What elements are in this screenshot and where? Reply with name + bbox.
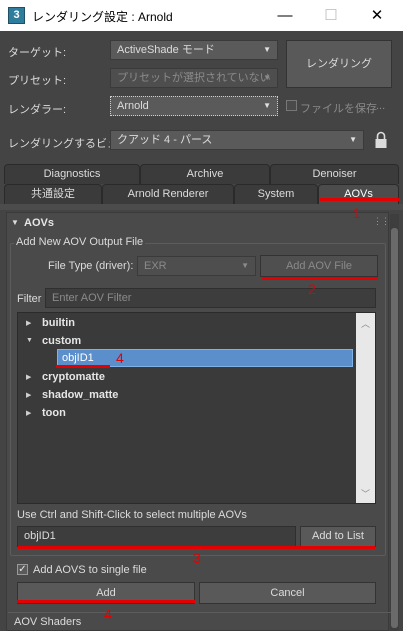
render-button[interactable]: レンダリング [286,40,392,88]
tab-panel-edge [0,204,403,210]
highlight-underline-add-aov-file [262,277,378,280]
expand-arrow-icon[interactable]: ▶ [26,319,31,327]
highlight-underline-name-field [18,546,375,549]
app-icon: 3 [8,7,25,24]
check-icon: ✓ [18,564,27,575]
scroll-up-icon[interactable]: ︿ [356,317,375,330]
tab-diagnostics[interactable]: Diagnostics [4,164,140,184]
file-type-label: File Type (driver): [48,260,134,272]
chevron-down-icon: ▼ [263,101,271,110]
single-file-label: Add AOVS to single file [33,564,147,576]
file-type-dropdown[interactable]: EXR ▼ [137,256,256,276]
view-dropdown[interactable]: クアッド 4 - パース ▼ [110,130,364,150]
tree-item-cryptomatte[interactable]: cryptomatte [42,371,105,383]
renderer-label: レンダラー: [8,104,67,116]
window-title: レンダリング設定 : Arnold [32,10,173,24]
tree-scrollbar[interactable]: ︿ ﹀ [356,313,375,503]
tab-system[interactable]: System [234,184,318,204]
lock-icon[interactable] [374,131,388,149]
tree-item-builtin[interactable]: builtin [42,317,75,329]
annotation-number: 4 [104,606,112,622]
target-label: ターゲット: [8,47,67,59]
tree-item-shadow-matte[interactable]: shadow_matte [42,389,118,401]
maximize-button[interactable]: ☐ [308,0,354,31]
collapse-arrow-icon[interactable]: ▼ [11,218,19,227]
browse-button[interactable]: ... [376,100,385,112]
add-to-list-button[interactable]: Add to List [300,526,376,547]
tree-item-objid1[interactable]: objID1 [62,352,94,364]
filter-label: Filter [17,293,42,305]
tab-archive[interactable]: Archive [140,164,270,184]
multi-select-hint: Use Ctrl and Shift-Click to select multi… [17,509,247,521]
chevron-down-icon: ▼ [349,135,357,144]
panel-scroll-thumb[interactable] [391,228,398,628]
highlight-underline-aovs-tab [320,198,400,201]
filter-input[interactable]: Enter AOV Filter [45,288,376,308]
highlight-underline-objid1 [56,365,110,368]
close-button[interactable]: ✕ [354,0,400,31]
annotation-number: 2 [308,281,316,297]
preset-dropdown[interactable]: プリセットが選択されていない ▼ [110,68,278,88]
add-aov-group-title: Add New AOV Output File [14,236,146,248]
save-file-label: ファイルを保存 [300,103,377,115]
annotation-number: 1 [353,205,361,221]
expand-arrow-icon[interactable]: ▶ [26,391,31,399]
tree-item-custom[interactable]: custom [42,335,81,347]
chevron-down-icon: ▼ [241,261,249,270]
aov-name-input[interactable]: objID1 [17,526,296,547]
save-file-checkbox[interactable] [286,100,297,111]
tab-common[interactable]: 共通設定 [4,184,102,204]
target-value: ActiveShade モード [117,44,215,56]
renderer-value: Arnold [117,100,149,112]
section-divider [8,612,391,613]
preset-value: プリセットが選択されていない [117,72,271,84]
tab-aovs[interactable]: AOVs [318,184,399,204]
expand-arrow-icon[interactable]: ▶ [26,373,31,381]
view-value: クアッド 4 - パース [117,134,213,146]
tree-item-toon[interactable]: toon [42,407,66,419]
chevron-down-icon: ▼ [263,45,271,54]
add-aov-file-button[interactable]: Add AOV File [260,255,378,277]
tab-arnold-renderer[interactable]: Arnold Renderer [102,184,234,204]
collapse-arrow-icon[interactable]: ▼ [26,337,33,344]
single-file-checkbox[interactable]: ✓ [17,564,28,575]
title-bar: 3 レンダリング設定 : Arnold — ☐ ✕ [0,0,403,31]
aov-shaders-title[interactable]: AOV Shaders [14,616,81,628]
annotation-number: 4 [116,350,124,366]
grip-icon: ⋮⋮ [373,216,390,226]
renderer-dropdown[interactable]: Arnold ▼ [110,96,278,116]
expand-arrow-icon[interactable]: ▶ [26,409,31,417]
file-type-value: EXR [144,260,167,272]
highlight-underline-add-button [17,600,195,603]
minimize-button[interactable]: — [262,0,308,31]
annotation-number: 3 [193,550,201,566]
preset-label: プリセット: [8,75,67,87]
scroll-down-icon[interactable]: ﹀ [356,487,375,500]
aovs-section-title[interactable]: AOVs [24,217,54,229]
target-dropdown[interactable]: ActiveShade モード ▼ [110,40,278,60]
chevron-down-icon: ▼ [263,73,271,82]
tab-denoiser[interactable]: Denoiser [270,164,399,184]
cancel-button[interactable]: Cancel [199,582,376,604]
